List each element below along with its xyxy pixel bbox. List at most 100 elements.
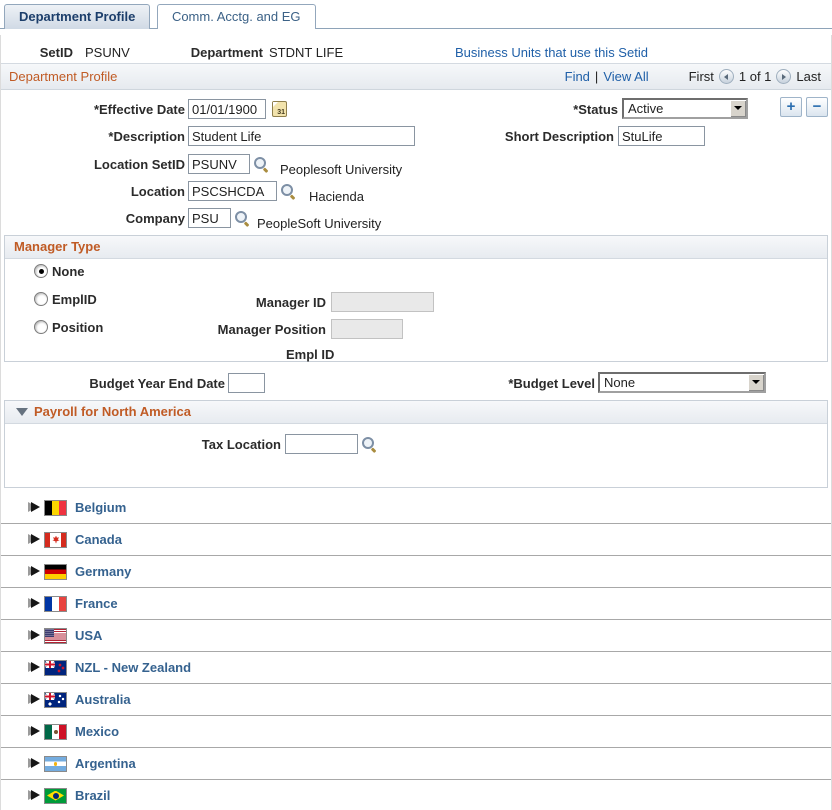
company-input[interactable]: [188, 208, 231, 228]
country-link-mexico[interactable]: Mexico: [75, 724, 119, 739]
location-setid-input[interactable]: [188, 154, 250, 174]
country-link-argentina[interactable]: Argentina: [75, 756, 136, 771]
chevron-down-icon[interactable]: [730, 100, 746, 117]
manager-type-radio-emplid[interactable]: [34, 292, 48, 306]
budget-year-end-date-input[interactable]: [228, 373, 265, 393]
magnifier-icon[interactable]: [234, 210, 251, 227]
manager-type-groupbox: Manager Type None EmplID Position Manage…: [4, 235, 828, 362]
france-flag-icon: [44, 596, 67, 612]
department-profile-section-bar: Department Profile Find | View All First…: [1, 63, 831, 90]
country-link-canada[interactable]: Canada: [75, 532, 122, 547]
tab-department-profile[interactable]: Department Profile: [4, 4, 150, 29]
company-description: PeopleSoft University: [257, 216, 381, 231]
delete-row-button[interactable]: −: [806, 97, 828, 117]
mexico-flag-icon: [44, 724, 67, 740]
effective-date-label: *Effective Date: [0, 102, 185, 117]
expand-arrow-icon[interactable]: [28, 757, 41, 770]
magnifier-icon[interactable]: [361, 436, 378, 453]
new-zealand-flag-icon: [44, 660, 67, 676]
expand-arrow-icon[interactable]: [28, 661, 41, 674]
country-link-new-zealand[interactable]: NZL - New Zealand: [75, 660, 191, 675]
effective-date-input[interactable]: [188, 99, 266, 119]
business-units-link[interactable]: Business Units that use this Setid: [455, 45, 648, 60]
tax-location-input[interactable]: [285, 434, 358, 454]
country-row-argentina: Argentina: [1, 748, 831, 780]
country-link-australia[interactable]: Australia: [75, 692, 131, 707]
country-link-belgium[interactable]: Belgium: [75, 500, 126, 515]
manager-id-input: [331, 292, 434, 312]
page-indicator: 1 of 1: [739, 69, 772, 84]
short-description-label: Short Description: [430, 129, 614, 144]
short-description-input[interactable]: [618, 126, 705, 146]
setid-label: SetID: [0, 45, 73, 60]
tab-strip: Department Profile Comm. Acctg. and EG: [0, 4, 832, 29]
country-row-australia: Australia: [1, 684, 831, 716]
brazil-flag-icon: [44, 788, 67, 804]
country-row-canada: Canada: [1, 524, 831, 556]
expand-arrow-icon[interactable]: [28, 725, 41, 738]
expand-arrow-icon[interactable]: [28, 789, 41, 802]
payroll-north-america-groupbox: Payroll for North America Tax Location: [4, 400, 828, 488]
australia-flag-icon: [44, 692, 67, 708]
location-label: Location: [0, 184, 185, 199]
expand-arrow-icon[interactable]: [28, 533, 41, 546]
setid-value: PSUNV: [85, 45, 130, 60]
country-link-germany[interactable]: Germany: [75, 564, 131, 579]
expand-arrow-icon[interactable]: [28, 501, 41, 514]
country-row-usa: USA: [1, 620, 831, 652]
description-input[interactable]: [188, 126, 415, 146]
country-row-france: France: [1, 588, 831, 620]
location-setid-label: Location SetID: [0, 157, 185, 172]
status-label: *Status: [430, 102, 618, 117]
status-dropdown[interactable]: Active: [622, 98, 748, 119]
view-all-link[interactable]: View All: [603, 69, 648, 84]
circle-arrow-right-icon[interactable]: [776, 69, 791, 84]
payroll-section-header: Payroll for North America: [5, 401, 827, 424]
tab-comm-acctg-and-eg[interactable]: Comm. Acctg. and EG: [157, 4, 316, 29]
manager-type-option-none-label: None: [52, 264, 85, 279]
chevron-down-icon[interactable]: [748, 374, 764, 391]
canada-flag-icon: [44, 532, 67, 548]
first-label: First: [689, 69, 714, 84]
country-link-usa[interactable]: USA: [75, 628, 102, 643]
budget-level-dropdown[interactable]: None: [598, 372, 766, 393]
last-label: Last: [796, 69, 821, 84]
department-value: STDNT LIFE: [269, 45, 343, 60]
expand-arrow-icon[interactable]: [28, 629, 41, 642]
manager-type-title: Manager Type: [14, 239, 100, 254]
status-selected-value: Active: [628, 101, 663, 116]
country-link-france[interactable]: France: [75, 596, 118, 611]
manager-type-radio-none[interactable]: [34, 264, 48, 278]
country-row-germany: Germany: [1, 556, 831, 588]
payroll-section-title: Payroll for North America: [34, 404, 191, 419]
expand-arrow-icon[interactable]: [28, 565, 41, 578]
manager-type-option-emplid-label: EmplID: [52, 292, 97, 307]
country-row-mexico: Mexico: [1, 716, 831, 748]
expand-arrow-icon[interactable]: [28, 693, 41, 706]
usa-flag-icon: [44, 628, 67, 644]
tax-location-label: Tax Location: [81, 437, 281, 452]
find-link[interactable]: Find: [565, 69, 590, 84]
country-link-brazil[interactable]: Brazil: [75, 788, 110, 803]
section-title: Department Profile: [9, 69, 117, 84]
country-row-belgium: Belgium: [1, 492, 831, 524]
collapse-triangle-icon[interactable]: [16, 408, 28, 416]
nav-separator: |: [595, 69, 598, 84]
manager-position-input: [331, 319, 403, 339]
grid-navigation: Find | View All First 1 of 1 Last: [565, 64, 821, 89]
expand-arrow-icon[interactable]: [28, 597, 41, 610]
empl-id-label: Empl ID: [286, 347, 334, 362]
magnifier-icon[interactable]: [280, 183, 297, 200]
add-row-button[interactable]: +: [780, 97, 802, 117]
country-section-list: Belgium Canada Germany France USA NZL - …: [1, 492, 831, 810]
country-row-brazil: Brazil: [1, 780, 831, 810]
location-input[interactable]: [188, 181, 277, 201]
country-row-new-zealand: NZL - New Zealand: [1, 652, 831, 684]
manager-type-radio-position[interactable]: [34, 320, 48, 334]
circle-arrow-left-icon[interactable]: [719, 69, 734, 84]
description-label: *Description: [0, 129, 185, 144]
location-setid-description: Peoplesoft University: [280, 162, 402, 177]
calendar-icon[interactable]: [272, 101, 287, 117]
magnifier-icon[interactable]: [253, 156, 270, 173]
manager-type-header: Manager Type: [5, 236, 827, 259]
